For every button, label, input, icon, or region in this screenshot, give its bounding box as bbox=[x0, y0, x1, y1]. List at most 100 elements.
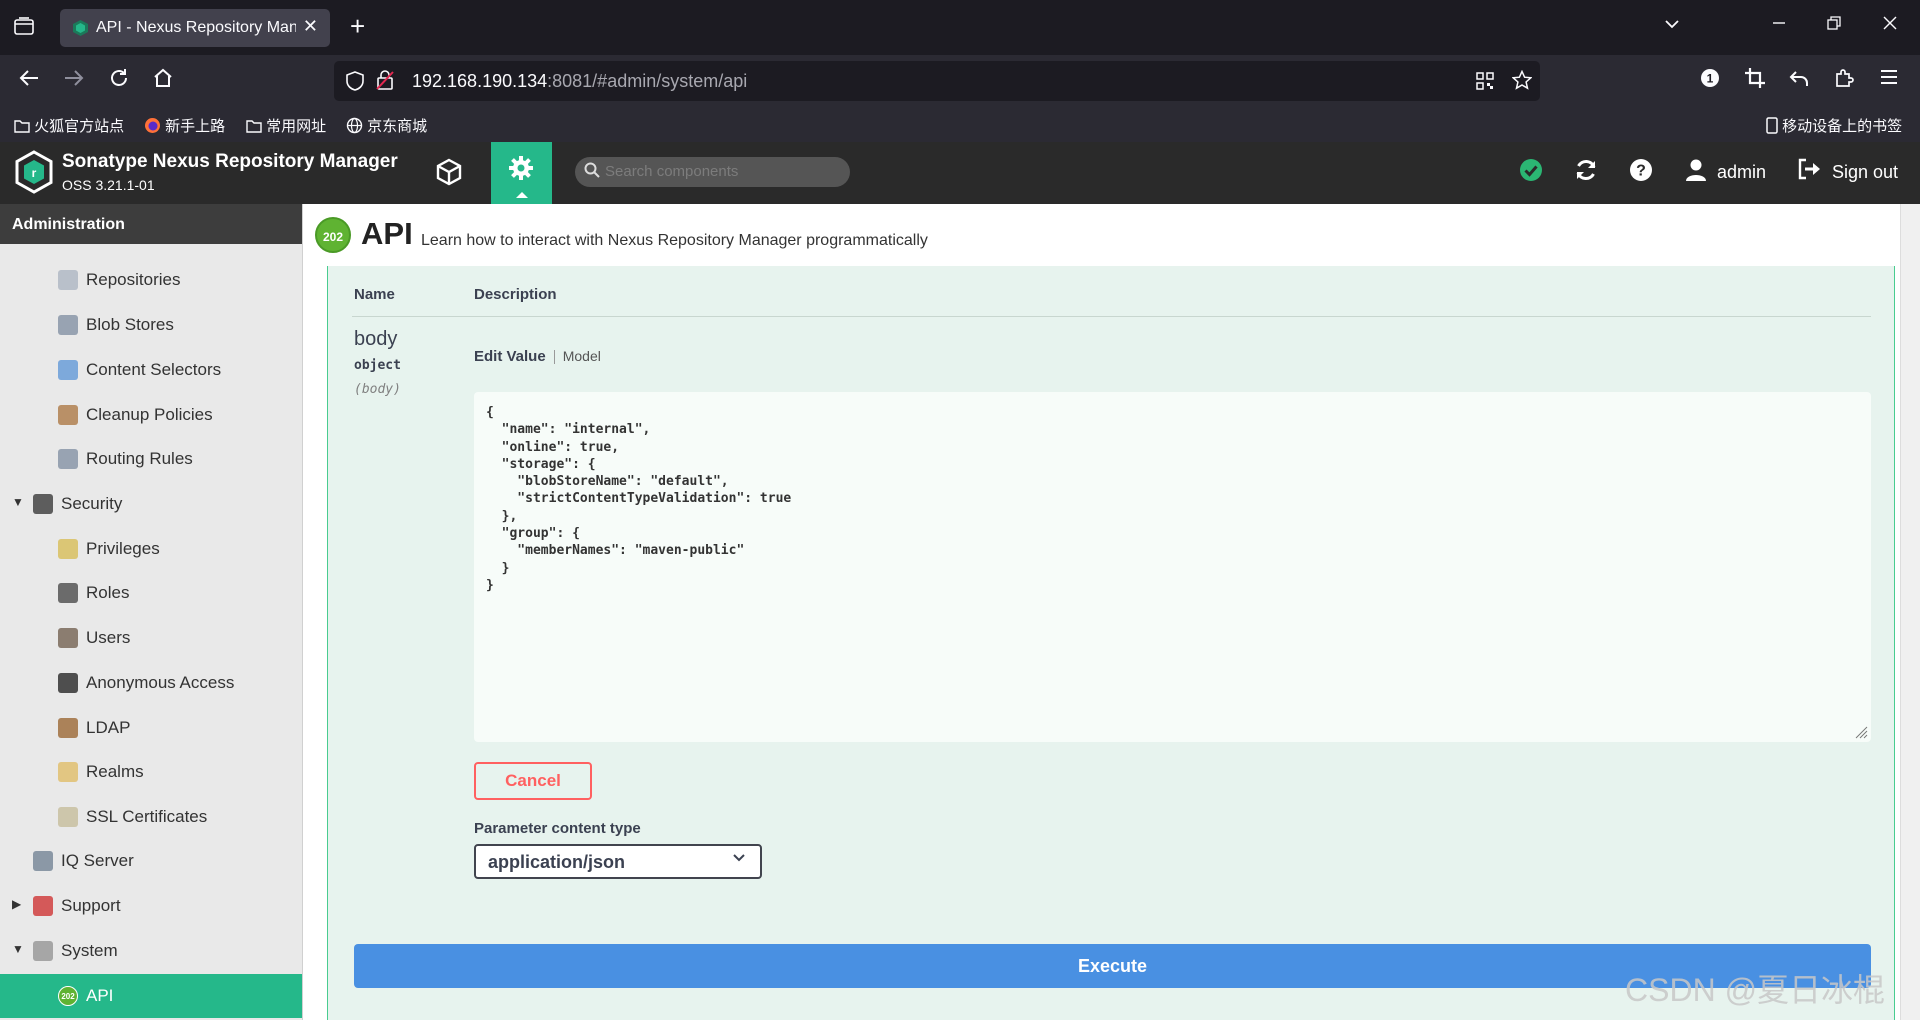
database-icon bbox=[58, 270, 78, 290]
main-content: 202 API Learn how to interact with Nexus… bbox=[303, 204, 1920, 1020]
sign-out-icon[interactable] bbox=[1797, 158, 1821, 187]
sidebar-item-label: SSL Certificates bbox=[86, 807, 208, 826]
app-brand: Sonatype Nexus Repository Manager bbox=[62, 151, 398, 172]
sidebar-item-label: Routing Rules bbox=[86, 449, 193, 468]
sidebar-item-roles[interactable]: Roles bbox=[0, 571, 302, 615]
body-value-textarea[interactable]: { "name": "internal", "online": true, "s… bbox=[474, 392, 1871, 742]
sidebar-item-label: Users bbox=[86, 628, 131, 647]
content-type-select[interactable]: application/json bbox=[474, 844, 762, 879]
reload-icon[interactable] bbox=[108, 67, 130, 94]
mobile-bookmarks[interactable]: 移动设备上的书签 bbox=[1766, 115, 1902, 136]
expand-down-icon[interactable]: ▼ bbox=[12, 495, 24, 509]
bookmark-label: 火狐官方站点 bbox=[34, 118, 125, 135]
browser-toolbar: 192.168.190.134:8081/#admin/system/api 1 bbox=[0, 55, 1920, 107]
server-icon bbox=[58, 315, 78, 335]
sidebar-item-label: Repositories bbox=[86, 270, 181, 289]
bookmark-star-icon[interactable] bbox=[1511, 69, 1533, 95]
sidebar-item-security[interactable]: ▼ Security bbox=[0, 482, 302, 526]
system-status-check-icon[interactable] bbox=[1519, 158, 1543, 189]
nexus-logo-icon[interactable]: r bbox=[14, 150, 54, 194]
crop-icon[interactable] bbox=[1744, 67, 1766, 94]
sidebar-item-ssl-certificates[interactable]: SSL Certificates bbox=[0, 795, 302, 839]
expand-right-icon[interactable]: ▶ bbox=[12, 897, 21, 911]
folder-icon bbox=[14, 120, 30, 133]
globe-icon bbox=[346, 117, 363, 134]
cancel-button[interactable]: Cancel bbox=[474, 762, 592, 800]
sidebar-item-ldap[interactable]: LDAP bbox=[0, 706, 302, 750]
bookmark-jd-mall[interactable]: 京东商城 bbox=[346, 115, 427, 136]
search-components-box[interactable]: Search components bbox=[575, 157, 850, 187]
restore-icon[interactable] bbox=[1827, 14, 1841, 35]
tab-model[interactable]: Model bbox=[563, 348, 601, 364]
home-icon[interactable] bbox=[152, 67, 174, 94]
sidebar-item-api[interactable]: 202 API bbox=[0, 974, 302, 1018]
sidebar-item-system[interactable]: ▼ System bbox=[0, 929, 302, 973]
tab-list-icon[interactable] bbox=[14, 17, 36, 37]
gear-icon bbox=[507, 154, 535, 189]
sidebar-item-users[interactable]: Users bbox=[0, 616, 302, 660]
search-icon bbox=[584, 162, 600, 183]
extension-badge-icon[interactable]: 1 bbox=[1699, 67, 1721, 94]
sidebar-item-label: IQ Server bbox=[61, 851, 134, 870]
api-202-icon: 202 bbox=[58, 986, 78, 1006]
sidebar-title: Administration bbox=[0, 204, 302, 244]
sidebar-item-realms[interactable]: Realms bbox=[0, 750, 302, 794]
app-version: OSS 3.21.1-01 bbox=[62, 177, 155, 193]
active-browser-tab[interactable]: API - Nexus Repository Mana ✕ bbox=[60, 9, 330, 47]
app-menu-icon[interactable] bbox=[1879, 67, 1899, 92]
bookmark-firefox-official[interactable]: 火狐官方站点 bbox=[14, 115, 124, 136]
sign-out-button[interactable]: Sign out bbox=[1832, 162, 1898, 183]
folder-icon bbox=[246, 120, 262, 133]
users-icon bbox=[58, 628, 78, 648]
id-card-icon bbox=[58, 673, 78, 693]
value-model-tabs: Edit Value Model bbox=[474, 348, 601, 365]
shield-tracking-icon[interactable] bbox=[346, 71, 364, 96]
tab-overflow-chevron-icon[interactable] bbox=[1664, 14, 1680, 35]
sidebar-item-support[interactable]: ▶ Support bbox=[0, 884, 302, 928]
sidebar-item-label: Anonymous Access bbox=[86, 673, 235, 692]
extensions-puzzle-icon[interactable] bbox=[1833, 67, 1855, 94]
admin-mode-button[interactable] bbox=[491, 142, 552, 204]
minimize-icon[interactable] bbox=[1772, 14, 1786, 35]
tab-close-icon[interactable]: ✕ bbox=[303, 16, 318, 37]
sidebar-item-routing-rules[interactable]: Routing Rules bbox=[0, 437, 302, 481]
new-tab-button[interactable]: + bbox=[350, 13, 365, 39]
lifebuoy-icon bbox=[33, 896, 53, 916]
firefox-icon bbox=[145, 118, 160, 133]
sidebar-item-blob-stores[interactable]: Blob Stores bbox=[0, 303, 302, 347]
user-icon[interactable] bbox=[1685, 158, 1707, 189]
sidebar-item-content-selectors[interactable]: Content Selectors bbox=[0, 348, 302, 392]
forward-icon[interactable] bbox=[63, 67, 85, 94]
main-scrollbar[interactable] bbox=[1900, 204, 1920, 1020]
admin-sidebar: Administration Repositories Blob Stores Co… bbox=[0, 204, 303, 1020]
address-bar[interactable]: 192.168.190.134:8081/#admin/system/api bbox=[334, 61, 1540, 101]
bookmark-common-sites[interactable]: 常用网址 bbox=[246, 115, 326, 136]
username-label[interactable]: admin bbox=[1717, 162, 1766, 183]
qr-code-icon[interactable] bbox=[1476, 72, 1494, 95]
sidebar-item-anonymous-access[interactable]: Anonymous Access bbox=[0, 661, 302, 705]
body-json-text[interactable]: { "name": "internal", "online": true, "s… bbox=[486, 405, 791, 593]
bookmark-getting-started[interactable]: 新手上路 bbox=[144, 115, 225, 136]
sidebar-item-label: API bbox=[86, 986, 114, 1005]
back-icon[interactable] bbox=[18, 67, 40, 94]
search-input[interactable]: Search components bbox=[605, 163, 738, 180]
undo-icon[interactable] bbox=[1788, 67, 1810, 94]
sidebar-item-label: Content Selectors bbox=[86, 360, 222, 379]
help-icon[interactable]: ? bbox=[1629, 158, 1653, 189]
sidebar-item-label: Privileges bbox=[86, 539, 160, 558]
sidebar-item-iq-server[interactable]: IQ Server bbox=[0, 839, 302, 883]
tab-edit-value[interactable]: Edit Value bbox=[474, 348, 546, 365]
parameter-type: object bbox=[354, 358, 401, 373]
insecure-lock-icon[interactable] bbox=[376, 70, 394, 95]
sidebar-item-label: Roles bbox=[86, 583, 130, 602]
browse-cube-icon[interactable] bbox=[436, 158, 462, 193]
refresh-icon[interactable] bbox=[1574, 158, 1598, 189]
bookmark-label: 京东商城 bbox=[367, 118, 428, 135]
resize-handle-icon[interactable] bbox=[1854, 725, 1868, 739]
sidebar-item-repositories[interactable]: Repositories bbox=[0, 258, 302, 302]
close-window-icon[interactable] bbox=[1883, 14, 1897, 35]
sidebar-item-privileges[interactable]: Privileges bbox=[0, 527, 302, 571]
sidebar-item-label: Support bbox=[61, 896, 121, 915]
expand-down-icon[interactable]: ▼ bbox=[12, 942, 24, 956]
sidebar-item-cleanup-policies[interactable]: Cleanup Policies bbox=[0, 393, 302, 437]
